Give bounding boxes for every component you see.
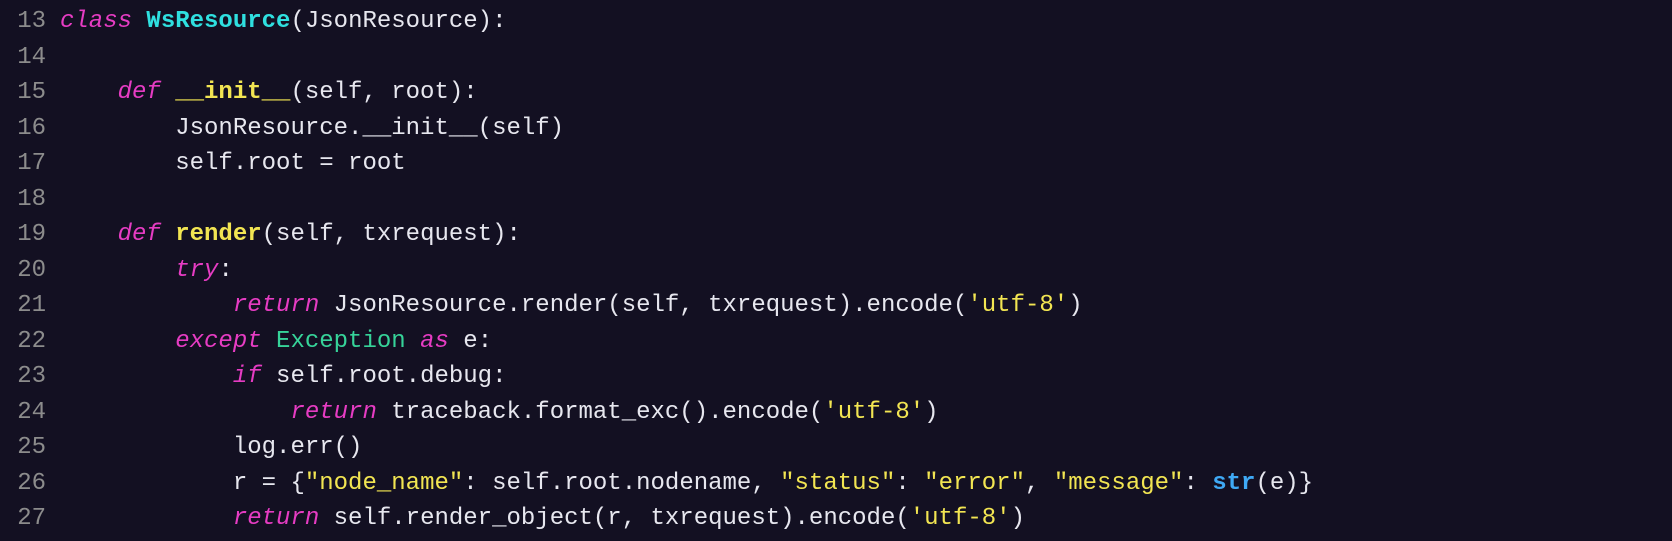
- token-p: [60, 399, 290, 426]
- code-content[interactable]: log.err(): [60, 430, 362, 466]
- token-str: "node_name": [305, 470, 463, 497]
- token-str: 'utf-8': [967, 292, 1068, 319]
- code-content[interactable]: except Exception as e:: [60, 324, 492, 360]
- line-number: 27: [0, 501, 60, 537]
- token-p: r = {: [60, 470, 305, 497]
- line-number: 24: [0, 395, 60, 431]
- code-line[interactable]: 22 except Exception as e:: [0, 324, 1672, 360]
- token-str: 'utf-8': [823, 399, 924, 426]
- token-p: [60, 221, 118, 248]
- token-p: [60, 79, 118, 106]
- code-line[interactable]: 16 JsonResource.__init__(self): [0, 111, 1672, 147]
- code-content[interactable]: def __init__(self, root):: [60, 75, 478, 111]
- token-p: [60, 363, 233, 390]
- token-p: log.err(): [60, 434, 362, 461]
- code-line[interactable]: 26 r = {"node_name": self.root.nodename,…: [0, 466, 1672, 502]
- token-fn: __init__: [175, 79, 290, 106]
- token-p: JsonResource.__init__(self): [60, 115, 564, 142]
- token-kw: return: [233, 292, 319, 319]
- token-p: e:: [449, 328, 492, 355]
- token-p: [60, 505, 233, 532]
- line-number: 21: [0, 288, 60, 324]
- token-p: ,: [1025, 470, 1054, 497]
- line-number: 20: [0, 253, 60, 289]
- line-number: 19: [0, 217, 60, 253]
- token-kw: def: [118, 221, 176, 248]
- code-line[interactable]: 23 if self.root.debug:: [0, 359, 1672, 395]
- line-number: 18: [0, 182, 60, 218]
- token-p: [406, 328, 420, 355]
- token-cls: WsResource: [146, 8, 290, 35]
- token-p: [60, 328, 175, 355]
- code-line[interactable]: 15 def __init__(self, root):: [0, 75, 1672, 111]
- token-kw: class: [60, 8, 146, 35]
- token-p: JsonResource.render(self, txrequest).enc…: [319, 292, 967, 319]
- code-line[interactable]: 18: [0, 182, 1672, 218]
- line-number: 16: [0, 111, 60, 147]
- token-str: 'utf-8': [910, 505, 1011, 532]
- token-fn: render: [175, 221, 261, 248]
- token-p: [60, 292, 233, 319]
- token-p: ): [1068, 292, 1082, 319]
- token-p: ): [924, 399, 938, 426]
- token-p: (self, txrequest):: [262, 221, 521, 248]
- code-line[interactable]: 27 return self.render_object(r, txreques…: [0, 501, 1672, 537]
- code-content[interactable]: def render(self, txrequest):: [60, 217, 521, 253]
- code-content[interactable]: return traceback.format_exc().encode('ut…: [60, 395, 939, 431]
- token-p: ): [1011, 505, 1025, 532]
- code-content[interactable]: class WsResource(JsonResource):: [60, 4, 507, 40]
- token-kw: as: [420, 328, 449, 355]
- token-p: self.render_object(r, txrequest).encode(: [319, 505, 910, 532]
- code-line[interactable]: 14: [0, 40, 1672, 76]
- code-line[interactable]: 25 log.err(): [0, 430, 1672, 466]
- code-content[interactable]: try:: [60, 253, 233, 289]
- token-str: "status": [780, 470, 895, 497]
- code-content[interactable]: return JsonResource.render(self, txreque…: [60, 288, 1083, 324]
- token-p: [60, 257, 175, 284]
- token-ty: Exception: [276, 328, 406, 355]
- token-str: "error": [924, 470, 1025, 497]
- line-number: 22: [0, 324, 60, 360]
- code-line[interactable]: 13class WsResource(JsonResource):: [0, 4, 1672, 40]
- token-p: (e)}: [1255, 470, 1313, 497]
- code-content[interactable]: JsonResource.__init__(self): [60, 111, 564, 147]
- token-p: self.root = root: [60, 150, 406, 177]
- line-number: 26: [0, 466, 60, 502]
- line-number: 23: [0, 359, 60, 395]
- token-bi: str: [1212, 470, 1255, 497]
- token-kw: try: [175, 257, 218, 284]
- code-content[interactable]: r = {"node_name": self.root.nodename, "s…: [60, 466, 1313, 502]
- code-content[interactable]: self.root = root: [60, 146, 406, 182]
- token-p: : self.root.nodename,: [463, 470, 780, 497]
- code-content[interactable]: if self.root.debug:: [60, 359, 506, 395]
- code-line[interactable]: 24 return traceback.format_exc().encode(…: [0, 395, 1672, 431]
- line-number: 25: [0, 430, 60, 466]
- token-p: :: [895, 470, 924, 497]
- token-p: traceback.format_exc().encode(: [377, 399, 823, 426]
- code-line[interactable]: 21 return JsonResource.render(self, txre…: [0, 288, 1672, 324]
- token-kw: except: [175, 328, 261, 355]
- line-number: 17: [0, 146, 60, 182]
- token-p: :: [1183, 470, 1212, 497]
- token-p: :: [218, 257, 232, 284]
- token-p: self.root.debug:: [262, 363, 507, 390]
- token-kw: def: [118, 79, 176, 106]
- code-content[interactable]: return self.render_object(r, txrequest).…: [60, 501, 1025, 537]
- token-str: "message": [1054, 470, 1184, 497]
- token-p: [262, 328, 276, 355]
- token-p: (self, root):: [290, 79, 477, 106]
- token-kw: if: [233, 363, 262, 390]
- code-editor[interactable]: 13class WsResource(JsonResource):1415 de…: [0, 0, 1672, 541]
- line-number: 13: [0, 4, 60, 40]
- line-number: 14: [0, 40, 60, 76]
- code-line[interactable]: 17 self.root = root: [0, 146, 1672, 182]
- code-line[interactable]: 20 try:: [0, 253, 1672, 289]
- token-p: (JsonResource):: [290, 8, 506, 35]
- token-kw: return: [290, 399, 376, 426]
- token-kw: return: [233, 505, 319, 532]
- line-number: 15: [0, 75, 60, 111]
- code-line[interactable]: 19 def render(self, txrequest):: [0, 217, 1672, 253]
